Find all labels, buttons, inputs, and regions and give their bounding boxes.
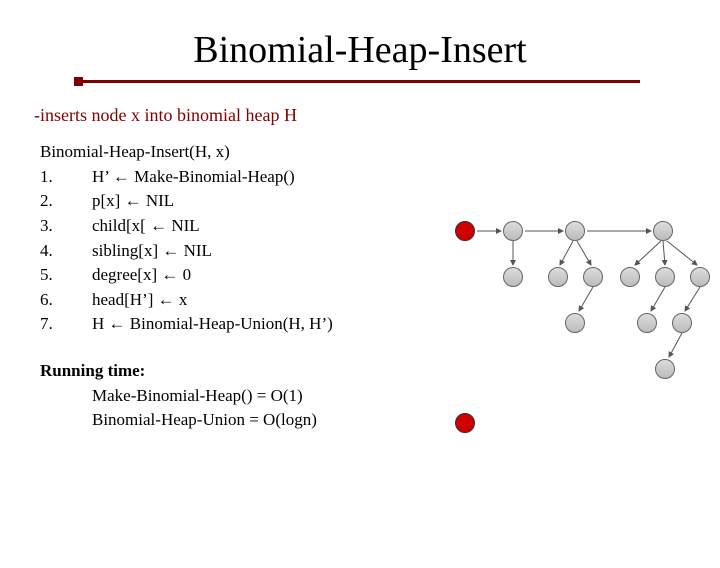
heap-node [583, 267, 603, 287]
subtitle: -inserts node x into binomial heap H [34, 105, 720, 126]
step-num: 3. [40, 214, 92, 239]
binomial-heap-diagram [455, 213, 720, 473]
step-body: p[x] ← NIL [92, 189, 720, 214]
slide-title: Binomial-Heap-Insert [0, 28, 720, 72]
step-body: H’ ← Make-Binomial-Heap() [92, 165, 720, 190]
heap-node [655, 267, 675, 287]
heap-node-red [455, 413, 475, 433]
heap-node [637, 313, 657, 333]
step-num: 5. [40, 263, 92, 288]
heap-node [690, 267, 710, 287]
function-header: Binomial-Heap-Insert(H, x) [40, 140, 720, 165]
heap-node-red [455, 221, 475, 241]
heap-node [672, 313, 692, 333]
step-num: 7. [40, 312, 92, 337]
step-row: 2.p[x] ← NIL [40, 189, 720, 214]
step-num: 4. [40, 239, 92, 264]
heap-node [653, 221, 673, 241]
step-num: 6. [40, 288, 92, 313]
heap-node [565, 221, 585, 241]
heap-node [503, 221, 523, 241]
heap-node [548, 267, 568, 287]
heap-node [565, 313, 585, 333]
heap-node [503, 267, 523, 287]
step-row: 1.H’ ← Make-Binomial-Heap() [40, 165, 720, 190]
diagram-edges [455, 213, 720, 473]
step-num: 2. [40, 189, 92, 214]
heap-node [655, 359, 675, 379]
title-underline [80, 80, 640, 83]
step-num: 1. [40, 165, 92, 190]
heap-node [620, 267, 640, 287]
